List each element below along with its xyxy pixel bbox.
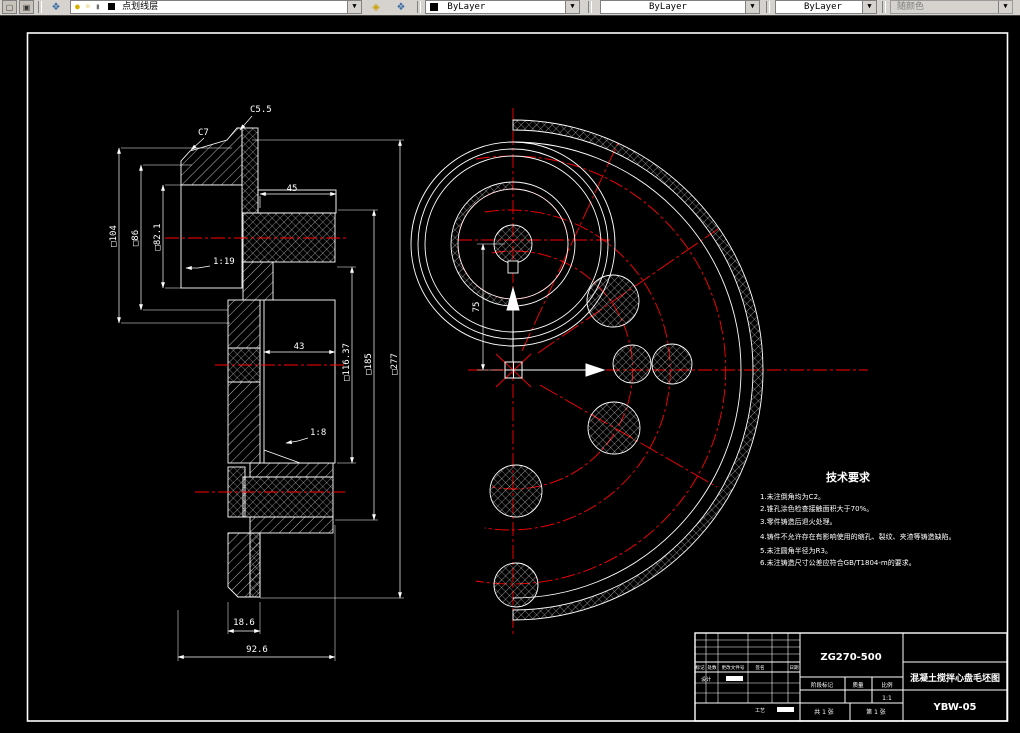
tech-line: 2.锥孔涂色检查接触面积大于70%。: [760, 504, 873, 513]
rev-header-sign: 签名: [755, 664, 764, 671]
dim-taper-1-19: 1:19: [213, 257, 235, 267]
sheet-number: 第 1 张: [866, 708, 886, 716]
chevron-down-icon[interactable]: ▼: [862, 1, 876, 13]
object-properties-toolbar: ▢ ▣ ❖ ● ☼ ▮ 点划线层 ▼ ◈ ❖ ByLayer ▼ ByLayer…: [0, 0, 1020, 16]
technical-requirements: 技术要求 1.未注倒角均为C2。 2.锥孔涂色检查接触面积大于70%。 3.零件…: [760, 470, 956, 567]
dim-75-group: 75: [472, 243, 505, 371]
material-grade: ZG270-500: [820, 652, 881, 663]
color-control-combo[interactable]: ByLayer ▼: [425, 0, 580, 14]
sheets-total: 共 1 张: [814, 708, 834, 716]
layer-control-combo[interactable]: ● ☼ ▮ 点划线层 ▼: [70, 0, 362, 14]
layers-icon: ❖: [51, 2, 61, 13]
dim-taper-1-8: 1:8: [310, 428, 326, 438]
layer-previous-icon: ❖: [396, 2, 406, 13]
model-space-canvas[interactable]: C5.5 C7 45 □104 □86 □82.1 1:19 43 1:8 □1…: [0, 16, 1020, 733]
process-row-label: 工艺: [755, 708, 765, 714]
layer-on-icon: ●: [75, 2, 80, 11]
dim-104: □104: [109, 225, 119, 247]
dim-185: □185: [364, 353, 374, 375]
chevron-down-icon[interactable]: ▼: [745, 1, 759, 13]
drawing-title: 混凝土搅拌心盘毛坯图: [910, 672, 1000, 684]
layer-lock-icon: ▮: [95, 2, 101, 11]
rev-header-count: 处数: [707, 664, 717, 671]
lineweight-control-combo[interactable]: ByLayer ▼: [775, 0, 877, 14]
tech-line: 4.铸件不允许存在有影响使用的缩孔、裂纹、夹渣等铸造缺陷。: [760, 532, 956, 541]
linetype-value-label: ByLayer: [649, 2, 687, 12]
window-icon: ▢: [5, 3, 14, 12]
stage-mark-header: 阶段标记: [811, 681, 834, 689]
tech-line: 3.零件铸造后退火处理。: [760, 517, 837, 526]
rev-header-mark: 标记: [695, 664, 705, 671]
scale-value: 1:1: [882, 695, 892, 702]
make-current-icon: ◈: [372, 2, 380, 13]
tech-line: 5.未注圆角半径为R3。: [760, 546, 832, 555]
layer-freeze-icon: ☼: [85, 2, 91, 11]
tech-line: 6.未注铸造尺寸公差应符合GB/T1804-m的要求。: [760, 558, 916, 567]
dim-277: □277: [390, 353, 400, 375]
scale-header: 比例: [881, 681, 893, 689]
make-layer-current-button[interactable]: ◈: [365, 0, 387, 14]
layer-name-label: 点划线层: [122, 2, 159, 12]
dim-c7: C7: [198, 128, 209, 138]
chevron-down-icon[interactable]: ▼: [347, 1, 361, 13]
color-value-label: ByLayer: [447, 2, 486, 12]
dim-82-1: □82.1: [153, 223, 163, 250]
color-swatch-icon: [430, 3, 438, 11]
rev-header-date: 日期: [789, 665, 799, 671]
dim-86: □86: [131, 230, 141, 246]
chevron-down-icon: ▼: [998, 1, 1012, 13]
tech-requirements-title: 技术要求: [826, 470, 871, 484]
designer-row-label: 设计: [701, 676, 711, 683]
cad-application-window: { "toolbar": { "layer_combo": "点划线层", "c…: [0, 0, 1020, 733]
layer-previous-button[interactable]: ❖: [390, 0, 412, 14]
rev-header-docno: 更改文件号: [722, 664, 745, 671]
toolbar-button-2[interactable]: ▣: [19, 0, 34, 14]
toolbar-separator: [766, 1, 770, 13]
dim-45: 45: [287, 184, 298, 194]
layer-color-swatch: [107, 3, 115, 10]
right-half-view: 75: [410, 108, 868, 635]
linetype-control-combo[interactable]: ByLayer ▼: [600, 0, 760, 14]
toolbar-separator: [882, 1, 886, 13]
dim-92-6: 92.6: [246, 645, 268, 655]
toolbar-button-1[interactable]: ▢: [2, 0, 17, 14]
lineweight-value-label: ByLayer: [804, 2, 842, 12]
toolbar-separator: [38, 1, 42, 13]
tech-line: 1.未注倒角均为C2。: [760, 492, 825, 501]
title-block: ZG270-500 混凝土搅拌心盘毛坯图 YBW-05 阶段标记 质量 比例 1…: [694, 632, 1008, 722]
dim-18-6: 18.6: [233, 618, 255, 628]
dim-c5-5: C5.5: [250, 105, 272, 115]
drawing-number: YBW-05: [933, 702, 977, 713]
dim-75: 75: [472, 302, 482, 313]
plotstyle-value-label: 随颜色: [897, 2, 925, 12]
plotstyle-control-combo: 随颜色 ▼: [890, 0, 1013, 14]
chevron-down-icon[interactable]: ▼: [565, 1, 579, 13]
mass-header: 质量: [852, 681, 864, 689]
toolbar-separator: [417, 1, 421, 13]
layer-manager-button[interactable]: ❖: [45, 0, 67, 14]
dim-116-37: □116.37: [342, 343, 352, 381]
window-icon: ▣: [22, 3, 31, 12]
toolbar-separator: [588, 1, 592, 13]
dim-43: 43: [294, 342, 305, 352]
